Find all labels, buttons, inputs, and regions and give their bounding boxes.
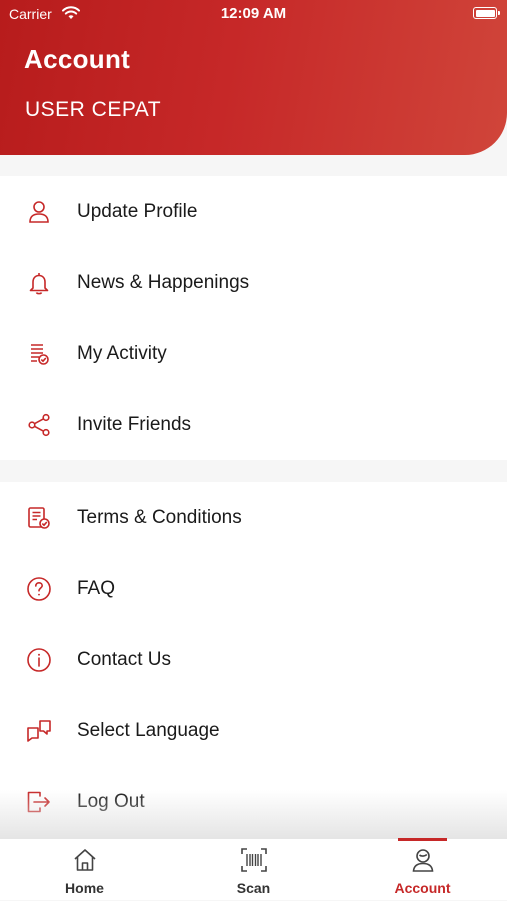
- tab-bar: Home Scan Account: [0, 838, 507, 900]
- menu-item-label: Select Language: [77, 719, 220, 741]
- menu-item-invite-friends[interactable]: Invite Friends: [0, 389, 507, 460]
- info-icon: [26, 647, 52, 673]
- tab-label: Account: [394, 880, 451, 896]
- menu-group-support: Terms & Conditions FAQ Contact Us Select…: [0, 482, 507, 838]
- barcode-scan-icon: [240, 848, 267, 872]
- menu-item-log-out[interactable]: Log Out: [0, 766, 507, 837]
- menu-group-account: Update Profile News & Happenings My Acti…: [0, 176, 507, 460]
- logout-icon: [26, 789, 52, 815]
- page-title: Account: [24, 44, 131, 74]
- menu-item-label: FAQ: [77, 577, 116, 599]
- tab-home[interactable]: Home: [0, 839, 169, 901]
- document-check-icon: [26, 505, 52, 531]
- menu-item-update-profile[interactable]: Update Profile: [0, 176, 507, 247]
- menu-item-my-activity[interactable]: My Activity: [0, 318, 507, 389]
- tab-account[interactable]: Account: [338, 838, 507, 901]
- account-icon: [412, 849, 433, 872]
- menu-item-label: Update Profile: [77, 200, 198, 222]
- question-icon: [26, 576, 52, 602]
- menu-item-news-happenings[interactable]: News & Happenings: [0, 247, 507, 318]
- language-icon: [26, 718, 52, 744]
- user-name: USER CEPAT: [25, 98, 162, 121]
- menu-item-terms-conditions[interactable]: Terms & Conditions: [0, 482, 507, 553]
- menu-item-select-language[interactable]: Select Language: [0, 695, 507, 766]
- tab-label: Home: [65, 880, 104, 896]
- home-icon: [73, 849, 96, 871]
- share-icon: [26, 412, 52, 438]
- account-header: Carrier 12:09 AM Account USER CEPAT: [0, 0, 507, 155]
- battery-icon: [473, 7, 500, 19]
- status-time: 12:09 AM: [220, 5, 287, 22]
- menu-item-label: Terms & Conditions: [77, 506, 242, 528]
- menu-item-faq[interactable]: FAQ: [0, 553, 507, 624]
- tab-label: Scan: [236, 880, 271, 896]
- bell-icon: [26, 270, 52, 296]
- menu-item-label: News & Happenings: [77, 271, 250, 293]
- menu-item-label: My Activity: [77, 342, 167, 364]
- menu-item-contact-us[interactable]: Contact Us: [0, 624, 507, 695]
- active-tab-indicator: [398, 838, 447, 841]
- person-icon: [26, 199, 52, 225]
- status-bar: Carrier 12:09 AM: [0, 0, 507, 30]
- menu-item-label: Log Out: [77, 790, 145, 812]
- menu-item-label: Contact Us: [77, 648, 171, 670]
- activity-list-icon: [26, 341, 52, 367]
- menu-item-label: Invite Friends: [77, 413, 192, 435]
- tab-scan[interactable]: Scan: [169, 839, 338, 901]
